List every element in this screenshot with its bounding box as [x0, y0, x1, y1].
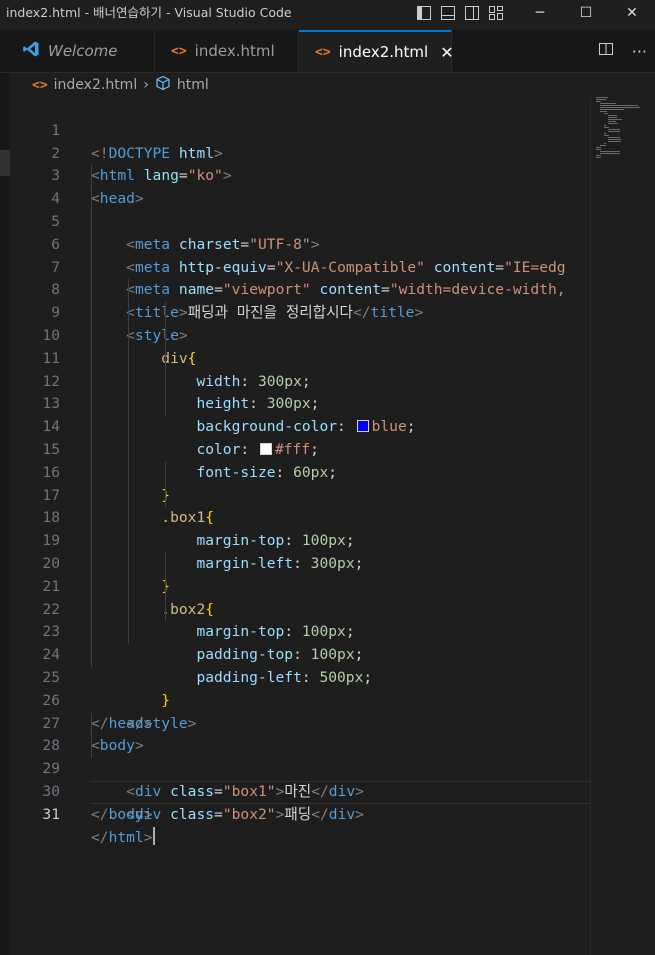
editor-divider: [590, 97, 591, 955]
code-line-18: 18 margin-left: 300px;: [10, 484, 590, 572]
code-line-23: 23 padding-left: 500px;: [10, 598, 590, 686]
vscode-logo-icon: [22, 40, 40, 62]
code-line-14: 14 font-size: 60px;: [10, 393, 590, 481]
toggle-secondary-sidebar-icon[interactable]: [460, 3, 484, 23]
tab-index2-html[interactable]: <> index2.html ✕: [299, 30, 454, 72]
maximize-button[interactable]: ☐: [563, 0, 609, 26]
layout-controls: [412, 3, 508, 23]
breadcrumb-symbol[interactable]: html: [155, 75, 209, 95]
window-controls: ─ ☐ ✕: [517, 0, 655, 26]
code-line-13: 13 color: #fff;: [10, 370, 590, 458]
more-actions-icon[interactable]: ···: [632, 42, 647, 61]
code-line-6: 6 <meta name="viewport" content="width=d…: [10, 210, 590, 298]
code-line-30: 30 </body>: [10, 758, 590, 823]
close-window-button[interactable]: ✕: [609, 0, 655, 26]
code-line-5: 5 <meta http-equiv="X-UA-Compatible" con…: [10, 188, 590, 276]
toggle-panel-icon[interactable]: [436, 3, 460, 23]
text-cursor: [152, 826, 155, 845]
code-line-4: 4 <meta charset="UTF-8">: [10, 165, 590, 253]
title-bar: index2.html - 배너연습하기 - Visual Studio Cod…: [0, 0, 655, 30]
code-line-24: 24 }: [10, 621, 590, 709]
breadcrumb-file-label: index2.html: [53, 77, 138, 93]
code-line-21: 21 margin-top: 100px;: [10, 552, 590, 640]
window-title: index2.html - 배너연습하기 - Visual Studio Cod…: [6, 5, 292, 20]
minimap[interactable]: [592, 97, 644, 167]
split-editor-icon[interactable]: [598, 41, 614, 61]
code-line-31: 31 </html>: [10, 780, 590, 846]
code-editor[interactable]: 1 <!DOCTYPE html> 2 <html lang="ko"> 3 <…: [10, 97, 590, 846]
html-file-icon: <>: [171, 43, 187, 59]
code-line-12: 12 background-color: blue;: [10, 347, 590, 435]
activity-bar-indicator: [0, 150, 10, 176]
tab-label: index.html: [194, 42, 275, 60]
toggle-primary-sidebar-icon[interactable]: [412, 3, 436, 23]
minimize-button[interactable]: ─: [517, 0, 563, 26]
breadcrumb-separator: ›: [143, 77, 149, 93]
code-line-19: 19 }: [10, 507, 590, 595]
breadcrumb: <> index2.html › html: [32, 74, 209, 96]
code-line-1: 1 <!DOCTYPE html>: [10, 97, 590, 162]
code-line-17: 17 margin-top: 100px;: [10, 461, 590, 549]
code-line-25: 25 </style>: [10, 644, 590, 732]
code-line-22: 22 padding-top: 100px;: [10, 575, 590, 663]
code-line-26: 26 </head>: [10, 667, 590, 732]
close-tab-icon[interactable]: ✕: [440, 43, 453, 62]
code-line-11: 11 height: 300px;: [10, 324, 590, 412]
tab-label: Welcome: [48, 42, 118, 60]
editor-tab-bar: Welcome <> index.html <> index2.html ✕ ·…: [0, 30, 655, 73]
tab-index-html[interactable]: <> index.html: [155, 30, 299, 72]
code-line-9: 9 div{: [10, 279, 590, 367]
breadcrumb-symbol-label: html: [176, 77, 209, 93]
tab-welcome[interactable]: Welcome: [10, 30, 155, 72]
code-line-7: 7 <title>패딩과 마진을 정리합시다</title>: [10, 233, 590, 321]
html-file-icon: <>: [315, 44, 331, 60]
code-line-15: 15 }: [10, 416, 590, 504]
code-line-10: 10 width: 300px;: [10, 302, 590, 390]
code-line-20: 20 .box2{: [10, 530, 590, 618]
code-line-29: 29 <div class="box2">패딩</div>: [10, 735, 590, 823]
breadcrumb-file[interactable]: <> index2.html: [32, 77, 137, 93]
code-line-8: 8 <style>: [10, 256, 590, 344]
code-line-28: 28 <div class="box1">마진</div>: [10, 712, 590, 800]
code-line-3: 3 <head>: [10, 143, 590, 207]
customize-layout-icon[interactable]: [484, 3, 508, 23]
code-line-16: 16 .box1{: [10, 438, 590, 526]
code-line-2: 2 <html lang="ko">: [10, 120, 590, 185]
tab-label: index2.html: [338, 43, 429, 61]
html-file-icon: <>: [32, 77, 48, 93]
tab-actions: ···: [598, 30, 647, 72]
line-number: 31: [42, 805, 60, 823]
code-line-27: 27 <body>: [10, 690, 590, 755]
symbol-element-icon: [155, 75, 171, 95]
